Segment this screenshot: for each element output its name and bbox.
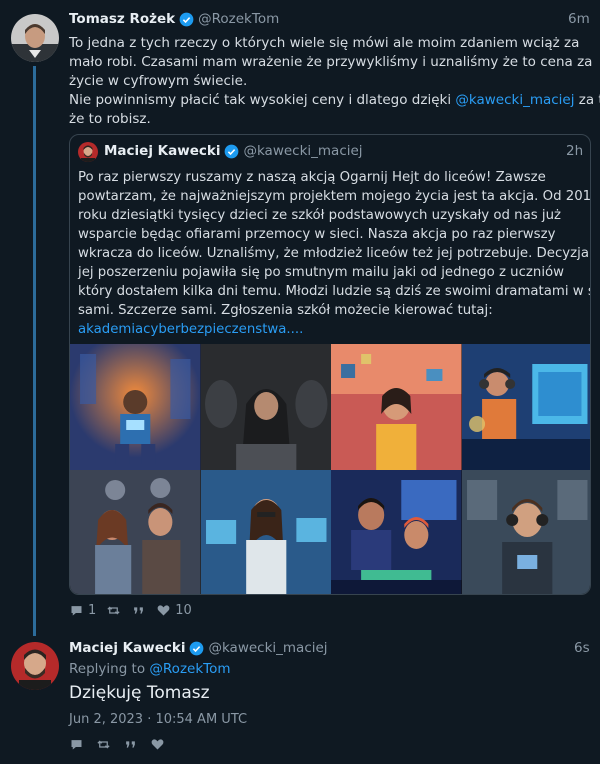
reply-actions xyxy=(69,737,165,752)
grid-image-4[interactable] xyxy=(461,344,590,470)
quote-line: sami. Szczerze sami. Zgłoszenia szkół mo… xyxy=(78,303,493,318)
heart-icon xyxy=(157,605,170,616)
quote-line: który dostałem kilka dni temu. Młodzi lu… xyxy=(78,284,591,299)
body-line: mało robi. Czasami mam wrażenie że przyw… xyxy=(69,54,593,70)
body-line: życie w cyfrowym świecie. xyxy=(69,73,248,89)
body-line: że to robisz. xyxy=(69,111,151,127)
thread-line xyxy=(33,66,36,636)
grid-image-8[interactable] xyxy=(461,470,590,594)
replying-to: Replying to @RozekTom xyxy=(69,661,231,677)
grid-image-7[interactable] xyxy=(331,470,462,594)
retweet-action[interactable] xyxy=(96,737,111,752)
avatar-tomasz[interactable] xyxy=(11,14,59,62)
quote-author-name[interactable]: Maciej Kawecki xyxy=(104,143,220,159)
like-count: 10 xyxy=(175,603,192,618)
author-name[interactable]: Tomasz Rożek xyxy=(69,11,175,27)
reply-body: Dziękuję Tomasz xyxy=(69,683,210,703)
reply-count: 1 xyxy=(88,603,97,618)
tweet-time[interactable]: 6m xyxy=(568,11,590,27)
reply-action[interactable] xyxy=(69,737,84,752)
tweet-header: Tomasz Rożek @RozekTom xyxy=(69,11,279,27)
reply-author-handle[interactable]: @kawecki_maciej xyxy=(208,640,327,656)
reply-action[interactable]: 1 xyxy=(69,603,96,618)
grid-image-3[interactable] xyxy=(331,344,462,470)
verified-icon xyxy=(224,144,239,159)
tweet-actions: 1 10 xyxy=(69,603,192,618)
grid-image-1[interactable] xyxy=(70,344,201,470)
tweet-body: To jedna z tych rzeczy o których wiele s… xyxy=(69,34,600,129)
quoted-tweet[interactable]: Maciej Kawecki @kawecki_maciej 2h Po raz… xyxy=(69,134,591,595)
quote-line: roku dziesiątki tysięcy dzieci ze szkół … xyxy=(78,208,561,223)
avatar-maciej[interactable] xyxy=(11,642,59,690)
grid-image-6[interactable] xyxy=(200,470,331,594)
like-action[interactable] xyxy=(150,737,165,752)
replying-to-link[interactable]: @RozekTom xyxy=(149,661,230,677)
retweet-icon xyxy=(97,740,110,749)
reply-time[interactable]: 6s xyxy=(574,640,590,656)
grid-image-2[interactable] xyxy=(200,344,331,470)
quote-action[interactable] xyxy=(123,737,138,752)
quote-author-handle[interactable]: @kawecki_maciej xyxy=(243,143,362,159)
verified-icon xyxy=(179,12,194,27)
retweet-icon xyxy=(107,606,120,615)
author-handle[interactable]: @RozekTom xyxy=(198,11,279,27)
verified-icon xyxy=(189,641,204,656)
avatar-maciej-small xyxy=(78,142,98,162)
like-action[interactable]: 10 xyxy=(156,603,192,618)
quote-line: Po raz pierwszy ruszamy z naszą akcją Og… xyxy=(78,170,546,185)
heart-icon xyxy=(151,739,164,750)
quote-action[interactable] xyxy=(131,603,146,618)
grid-image-5[interactable] xyxy=(70,470,201,594)
quote-body: Po raz pierwszy ruszamy z naszą akcją Og… xyxy=(78,168,591,339)
comment-icon xyxy=(71,606,82,616)
quote-line: powtarzam, że najważniejszym projektem m… xyxy=(78,189,591,204)
mention-link[interactable]: @kawecki_maciej xyxy=(455,92,574,108)
quote-line: wsparcie będąc ofiarami przemocy w sieci… xyxy=(78,227,556,242)
image-grid xyxy=(70,344,590,594)
quote-icon xyxy=(134,607,144,614)
quote-url-link[interactable]: akademiacyberbezpieczenstwa.... xyxy=(78,320,590,339)
quote-line: jej poszerzeniu pojawiła się po smutnym … xyxy=(78,265,565,280)
reply-author-name[interactable]: Maciej Kawecki xyxy=(69,640,185,656)
retweet-action[interactable] xyxy=(106,603,121,618)
body-line: To jedna z tych rzeczy o których wiele s… xyxy=(69,35,580,51)
quote-line: wkracza do liceów. Uznaliśmy, że młodzie… xyxy=(78,246,591,261)
quote-header: Maciej Kawecki @kawecki_maciej xyxy=(104,143,363,159)
reply-header: Maciej Kawecki @kawecki_maciej xyxy=(69,640,328,656)
quote-icon xyxy=(126,741,135,748)
quote-time[interactable]: 2h xyxy=(566,143,583,159)
body-line: Nie powinnismy płacić tak wysokiej ceny … xyxy=(69,92,600,108)
reply-date[interactable]: Jun 2, 2023 · 10:54 AM UTC xyxy=(69,710,247,729)
comment-icon xyxy=(71,740,82,750)
